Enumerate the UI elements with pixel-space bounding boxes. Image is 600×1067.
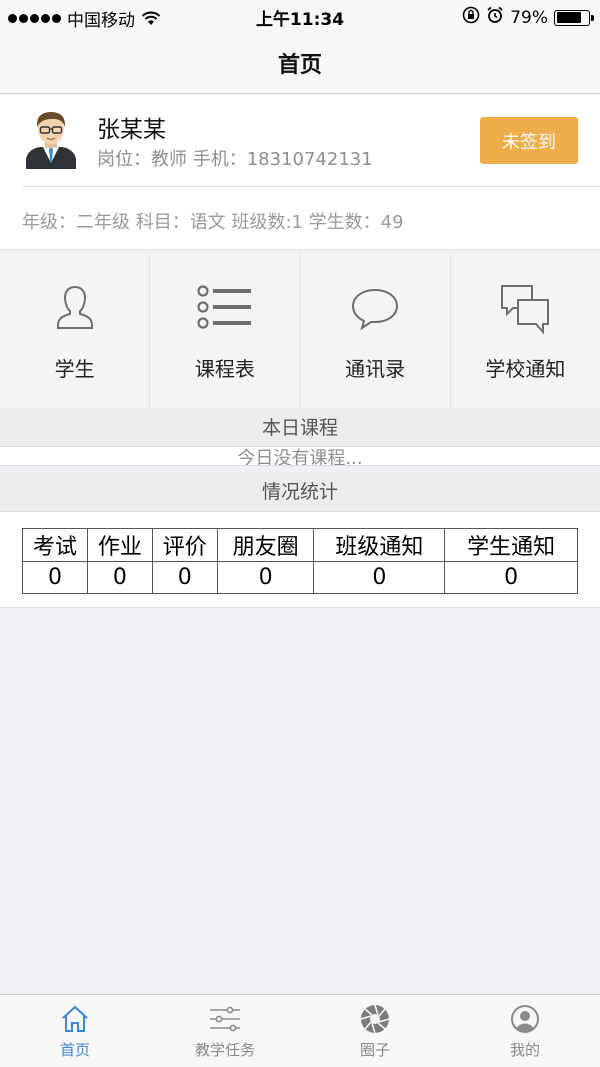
tab-home[interactable]: 首页 — [0, 995, 150, 1067]
stats-value: 0 — [151, 561, 218, 594]
tab-label: 首页 — [59, 1041, 90, 1059]
home-icon — [0, 1004, 150, 1034]
menu-item-label: 学校通知 — [485, 357, 566, 381]
profile-card: 张某某 岗位：教师 手机：18310742131 未签到 年级：二年级 科目：语… — [0, 95, 600, 250]
stats-value: 0 — [313, 561, 446, 594]
tab-bar: 首页 教学任务 圈子 我的 — [0, 994, 600, 1067]
alarm-icon — [486, 6, 504, 29]
empty-courses-text: 今日没有课程... — [0, 446, 600, 466]
card-divider — [22, 186, 600, 187]
tab-label: 教学任务 — [194, 1041, 255, 1059]
menu-item-label: 课程表 — [194, 357, 255, 381]
chat-bubble-icon — [301, 283, 450, 335]
menu-grid: 学生 课程表 通讯录 学校通知 — [0, 253, 600, 408]
tab-label: 我的 — [509, 1041, 540, 1059]
menu-item-label: 通讯录 — [345, 357, 406, 381]
orientation-lock-icon — [462, 6, 480, 29]
schedule-list-icon — [150, 283, 299, 335]
stats-header: 情况统计 — [0, 472, 600, 508]
today-courses-header: 本日课程 — [0, 408, 600, 444]
sliders-icon — [150, 1004, 300, 1034]
stats-value: 0 — [22, 561, 88, 594]
menu-item-student[interactable]: 学生 — [0, 253, 151, 408]
battery-level — [556, 12, 581, 23]
student-icon — [0, 283, 149, 335]
notice-bubbles-icon — [451, 283, 600, 335]
menu-item-schedule[interactable]: 课程表 — [150, 253, 301, 408]
stats-panel: 考试 作业 评价 朋友圈 班级通知 学生通知 0 0 0 0 0 0 — [0, 511, 600, 608]
aperture-icon — [300, 1004, 450, 1034]
menu-item-contacts[interactable]: 通讯录 — [301, 253, 451, 408]
stats-column-header: 考试 — [22, 528, 88, 562]
stats-column-header: 朋友圈 — [216, 528, 315, 562]
menu-item-school-notice[interactable]: 学校通知 — [451, 253, 600, 408]
status-right: 79% — [462, 6, 594, 29]
stats-value: 0 — [444, 561, 578, 594]
stats-column-header: 班级通知 — [313, 528, 446, 562]
navigation-bar: 首页 — [0, 32, 600, 94]
battery-icon — [554, 9, 594, 26]
stats-column-header: 作业 — [86, 528, 153, 562]
menu-item-label: 学生 — [54, 357, 95, 381]
tab-mine[interactable]: 我的 — [450, 995, 600, 1067]
status-bar: 中国移动 上午11:34 79% — [0, 0, 600, 32]
user-circle-icon — [450, 1004, 600, 1034]
tab-teaching-tasks[interactable]: 教学任务 — [150, 995, 300, 1067]
stats-table: 考试 作业 评价 朋友圈 班级通知 学生通知 0 0 0 0 0 0 — [22, 528, 578, 594]
stats-header-row: 考试 作业 评价 朋友圈 班级通知 学生通知 — [22, 528, 578, 562]
stats-column-header: 评价 — [151, 528, 218, 562]
stats-value-row: 0 0 0 0 0 0 — [22, 561, 578, 594]
class-info: 年级：二年级 科目：语文 班级数:1 学生数：49 — [22, 212, 404, 233]
teacher-name: 张某某 — [97, 117, 166, 143]
tab-circle[interactable]: 圈子 — [300, 995, 450, 1067]
battery-percent: 79% — [510, 7, 548, 28]
stats-value: 0 — [216, 561, 315, 594]
page-title: 首页 — [277, 52, 322, 78]
checkin-button[interactable]: 未签到 — [480, 117, 578, 164]
tab-label: 圈子 — [359, 1041, 390, 1059]
stats-value: 0 — [86, 561, 153, 594]
stats-column-header: 学生通知 — [444, 528, 578, 562]
teacher-meta: 岗位：教师 手机：18310742131 — [97, 149, 373, 170]
avatar — [22, 107, 80, 169]
